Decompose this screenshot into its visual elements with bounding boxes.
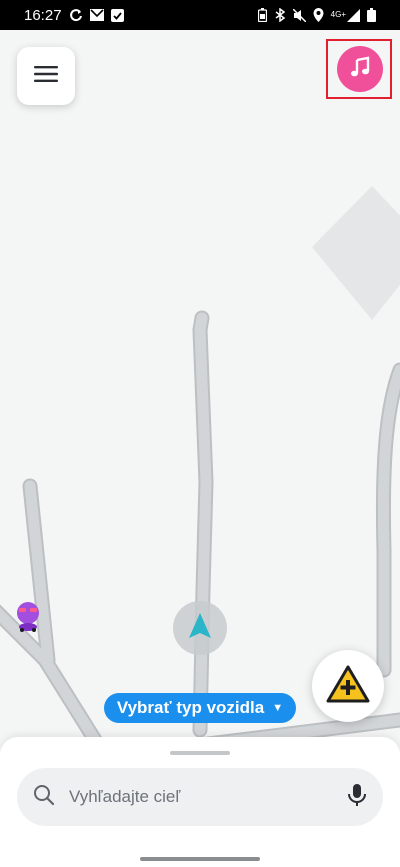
vehicle-type-label: Vybrať typ vozidla	[116, 698, 265, 717]
location-icon	[313, 8, 324, 22]
caret-down-icon: ▼	[272, 702, 284, 714]
network-label: 4G+	[330, 10, 346, 19]
report-button[interactable]	[312, 650, 384, 722]
bluetooth-icon	[274, 8, 286, 22]
hamburger-menu-icon	[34, 65, 58, 87]
report-hazard-icon	[325, 664, 371, 709]
signal-icon: 4G+	[330, 8, 360, 22]
search-icon	[33, 784, 55, 811]
battery-icon	[367, 8, 376, 22]
wazer-avatar-icon	[17, 602, 39, 632]
sync-icon	[69, 8, 83, 22]
mute-icon	[292, 8, 306, 22]
battery-saver-icon	[257, 8, 267, 22]
search-placeholder: Vyhľadajte cieľ	[69, 787, 181, 806]
gmail-icon	[89, 9, 104, 21]
microphone-icon[interactable]	[347, 783, 367, 812]
search-field[interactable]: Vyhľadajte cieľ	[17, 768, 383, 826]
sheet-drag-handle[interactable]	[170, 751, 230, 755]
checkbox-icon	[110, 8, 124, 22]
menu-button[interactable]	[17, 47, 75, 105]
music-note-icon	[349, 56, 371, 83]
bottom-sheet: Vyhľadajte cieľ	[0, 737, 400, 867]
music-button[interactable]	[337, 46, 383, 92]
map-building	[312, 186, 400, 320]
status-bar: 16:27 4G+	[0, 0, 400, 30]
status-time: 16:27	[24, 6, 62, 24]
vehicle-type-button[interactable]: Vybrať typ vozidla ▼	[104, 693, 296, 723]
home-indicator[interactable]	[140, 857, 260, 861]
